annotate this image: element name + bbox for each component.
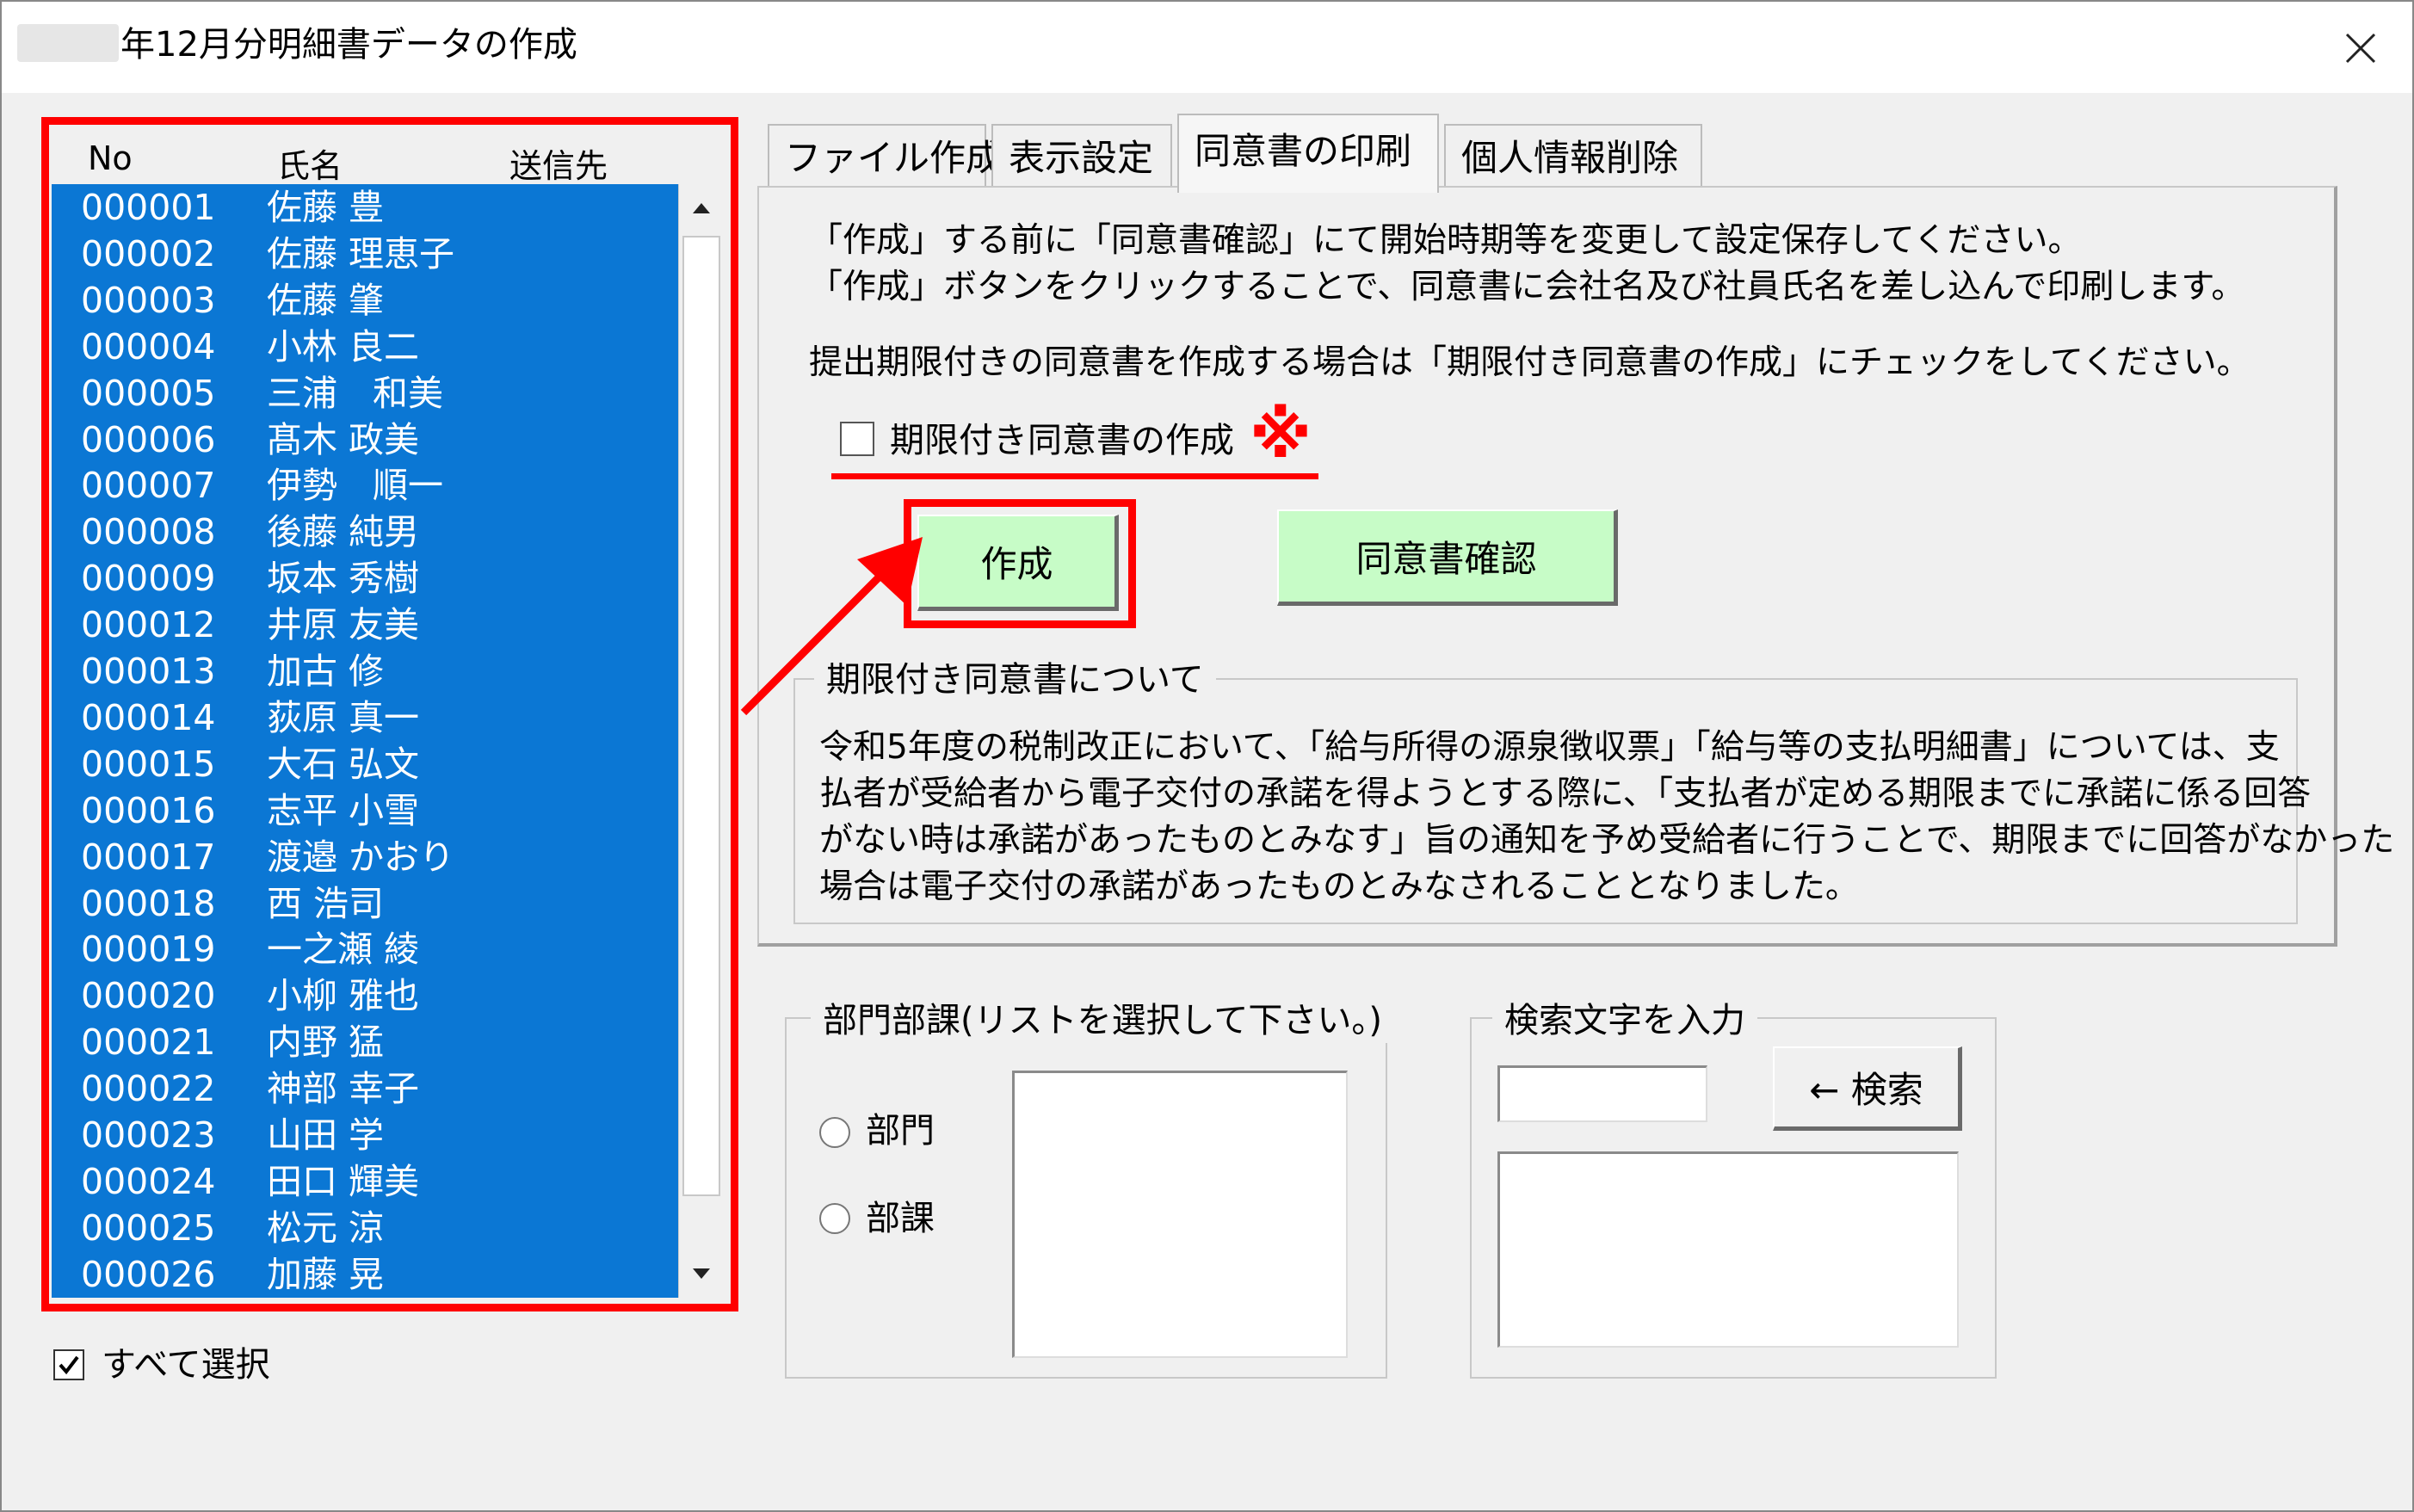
department-listbox[interactable] — [1012, 1071, 1348, 1358]
close-icon — [2345, 33, 2376, 64]
department-legend: 部門部課(リストを選択して下さい。) — [811, 998, 1395, 1043]
search-button[interactable]: ← 検索 — [1773, 1046, 1962, 1131]
tab-consent-print[interactable]: 同意書の印刷 — [1177, 114, 1439, 193]
notice-line: 払者が受給者から電子交付の承諾を得ようとする際に、「支払者が定める期限までに承諾… — [819, 775, 2312, 813]
section-radio[interactable] — [819, 1203, 850, 1234]
search-results-listbox[interactable] — [1497, 1151, 1959, 1348]
section-radio-label: 部課 — [866, 1199, 935, 1238]
select-all-checkbox[interactable] — [53, 1349, 84, 1380]
notice-body: 令和5年度の税制改正において、「給与所得の源泉徴収票」「給与等の支払明細書」につ… — [819, 725, 2395, 910]
notice-title: 期限付き同意書について — [814, 657, 1216, 702]
close-button[interactable] — [2324, 15, 2398, 81]
tab-file-creation[interactable]: ファイル作成 — [768, 124, 1002, 189]
consent-check-button[interactable]: 同意書確認 — [1277, 509, 1618, 606]
department-radio-label: 部門 — [866, 1111, 935, 1151]
list-highlight-annotation — [41, 117, 738, 1311]
window-title: 年12月分明細書データの作成 — [120, 25, 577, 65]
deadline-consent-checkbox[interactable] — [840, 422, 874, 456]
deadline-underline-annotation — [831, 473, 1318, 479]
search-legend: 検索文字を入力 — [1492, 998, 1757, 1043]
search-input[interactable] — [1497, 1065, 1707, 1122]
tab-delete-personal-info[interactable]: 個人情報削除 — [1444, 124, 1702, 189]
deadline-consent-label: 期限付き同意書の作成 — [890, 421, 1234, 460]
instruction-text-1: 「作成」する前に「同意書確認」にて開始時期等を変更して設定保存してください。 — [809, 221, 2082, 260]
select-all-label: すべて選択 — [102, 1345, 270, 1385]
instruction-text-2: 「作成」ボタンをクリックすることで、同意書に会社名及び社員氏名を差し込んで印刷し… — [809, 268, 2245, 306]
notice-line: がない時は承諾があったものとみなす」旨の通知を予め受給者に行うことで、期限までに… — [819, 821, 2395, 860]
redacted-year — [17, 24, 119, 62]
create-button-highlight-annotation — [904, 499, 1136, 628]
notice-line: 場合は電子交付の承諾があったものとみなされることとなりました。 — [819, 867, 1859, 906]
note-mark-annotation: ※ — [1250, 398, 1312, 472]
instruction-text-3: 提出期限付きの同意書を作成する場合は「期限付き同意書の作成」にチェックをしてくだ… — [809, 343, 2250, 382]
checkmark-icon — [59, 1355, 79, 1375]
department-radio[interactable] — [819, 1117, 850, 1148]
notice-line: 令和5年度の税制改正において、「給与所得の源泉徴収票」「給与等の支払明細書」につ… — [819, 728, 2280, 767]
tab-display-settings[interactable]: 表示設定 — [991, 124, 1172, 189]
